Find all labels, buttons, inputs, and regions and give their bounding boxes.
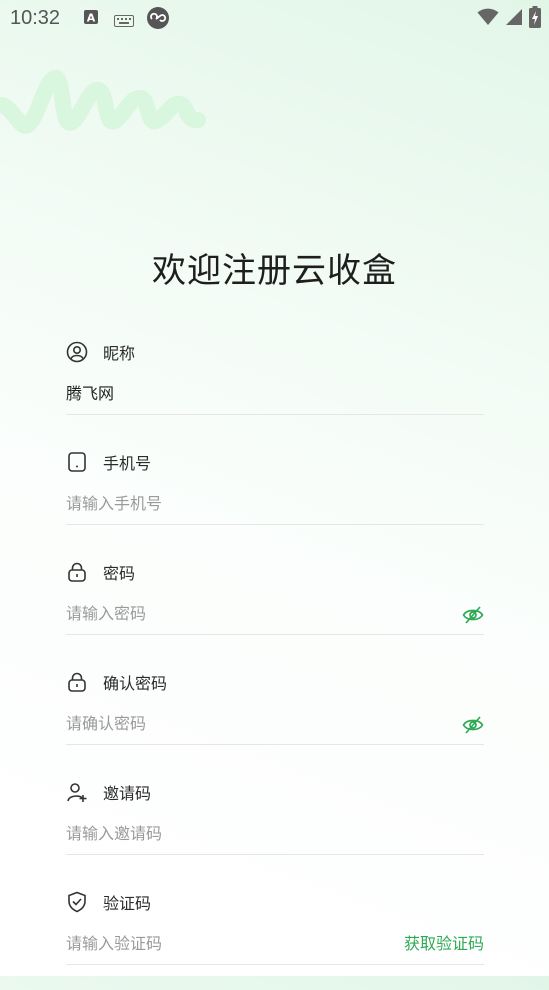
eye-off-icon[interactable] — [462, 714, 484, 736]
confirm-password-field: 确认密码 请确认密码 — [66, 670, 484, 770]
password-label: 密码 — [103, 564, 136, 583]
invite-code-input[interactable]: 请输入邀请码 — [66, 822, 162, 846]
sync-icon — [147, 7, 169, 33]
status-time: 10:32 — [10, 7, 61, 29]
brush-decoration — [0, 70, 206, 134]
password-field: 密码 请输入密码 — [66, 560, 484, 660]
keyboard-icon — [114, 12, 134, 31]
verification-code-label: 验证码 — [103, 894, 152, 913]
divider — [66, 854, 484, 855]
divider — [66, 524, 484, 525]
nickname-field: 昵称 腾飞网 — [66, 340, 484, 440]
user-add-icon — [66, 781, 88, 803]
nickname-input[interactable]: 腾飞网 — [66, 382, 114, 406]
a-badge-icon: A — [83, 9, 99, 29]
confirm-password-input[interactable]: 请确认密码 — [66, 712, 146, 736]
page-title: 欢迎注册云收盒 — [152, 252, 397, 290]
user-circle-icon — [66, 341, 88, 363]
get-code-button[interactable]: 获取验证码 — [404, 932, 484, 956]
divider — [66, 744, 484, 745]
signal-icon — [505, 8, 523, 30]
eye-off-icon[interactable] — [462, 604, 484, 626]
invite-code-label: 邀请码 — [103, 784, 152, 803]
battery-charging-icon — [529, 6, 541, 32]
verification-code-input[interactable]: 请输入验证码 — [66, 932, 162, 956]
phone-icon — [66, 451, 88, 473]
lock-icon — [66, 671, 88, 693]
phone-input[interactable]: 请输入手机号 — [66, 492, 162, 516]
shield-check-icon — [66, 891, 88, 913]
status-bar: 10:32 A — [0, 0, 549, 38]
lock-icon — [66, 561, 88, 583]
phone-field: 手机号 请输入手机号 — [66, 450, 484, 550]
divider — [66, 634, 484, 635]
svg-text:A: A — [87, 12, 96, 25]
wifi-icon — [477, 8, 499, 30]
nickname-label: 昵称 — [103, 344, 136, 363]
invite-code-field: 邀请码 请输入邀请码 — [66, 780, 484, 880]
phone-label: 手机号 — [103, 454, 152, 473]
divider — [66, 414, 484, 415]
password-input[interactable]: 请输入密码 — [66, 602, 146, 626]
confirm-password-label: 确认密码 — [103, 674, 168, 693]
divider — [66, 964, 484, 965]
verification-code-field: 验证码 请输入验证码 获取验证码 — [66, 890, 484, 990]
